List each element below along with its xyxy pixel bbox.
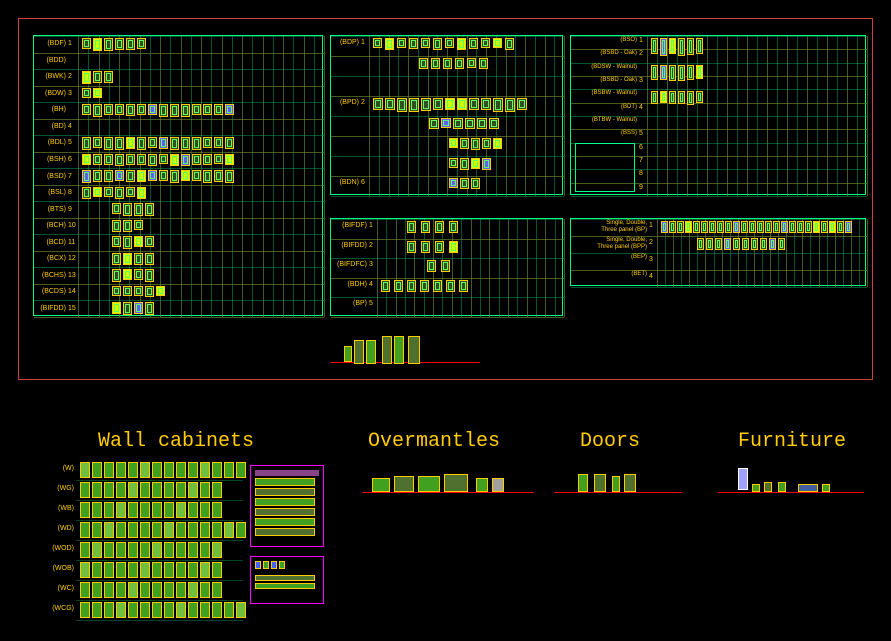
panel-a-row-label: (BIFDD) <box>34 305 66 312</box>
panel-b: (BDP)1(BPD)2(BDN)6 <box>330 35 563 195</box>
panel-a-row-label: (BDD) <box>34 57 66 64</box>
panel-a-row-label: (BCHS) <box>34 272 66 279</box>
doors-group <box>558 470 678 500</box>
panel-a-row-label: (BTS) <box>34 206 66 213</box>
title-furniture: Furniture <box>738 430 846 453</box>
magenta-box-1 <box>250 465 324 547</box>
title-doors: Doors <box>580 430 640 453</box>
panel-a-row-label: (BD) <box>34 123 66 130</box>
panel-a-row-label: (BCH) <box>34 222 66 229</box>
panel-a-row-label: (BH) <box>34 106 66 113</box>
panel-a-row-label: (BDF) <box>34 40 66 47</box>
panel-a-row-label: (BSH) <box>34 156 66 163</box>
panel-a-row-label: (BDW) <box>34 90 66 97</box>
panel-c: (BIFDF)1(BIFDD)2(BIFDFC)3(BDH)4(BP)5 <box>330 218 563 316</box>
wall-row-label: (WG) <box>48 485 74 492</box>
panel-a-row-label: (BCX) <box>34 255 66 262</box>
panel-a-row-label: (BDL) <box>34 139 66 146</box>
wall-row-label: (W) <box>48 465 74 472</box>
panel-a-row-label: (BCDS) <box>34 288 66 295</box>
overmantles-group <box>368 470 528 500</box>
panel-a-row-label: (BCD) <box>34 239 66 246</box>
title-overmantles: Overmantles <box>368 430 500 453</box>
wall-row-label: (WC) <box>48 585 74 592</box>
wall-row-label: (WOB) <box>48 565 74 572</box>
title-wall: Wall cabinets <box>98 430 254 453</box>
wall-row-label: (WB) <box>48 505 74 512</box>
magenta-box-2 <box>250 556 324 604</box>
panel-e: Single, Double,Three panel (BP)1Single, … <box>570 218 866 286</box>
panel-a-row-label: (BSL) <box>34 189 66 196</box>
panel-d: (BSO)1(BSBD - Oak)2(BDSW - Walnut)(BSBD … <box>570 35 866 195</box>
panel-a: (BDF)1(BDD)(BWK)2(BDW)3(BH)(BD)4(BDL)5(B… <box>33 35 323 316</box>
wall-row-label: (WOD) <box>48 545 74 552</box>
panel-a-row-label: (BSD) <box>34 173 66 180</box>
wall-row-label: (WCG) <box>48 605 74 612</box>
furniture-group <box>722 462 862 500</box>
wall-row-label: (WD) <box>48 525 74 532</box>
panel-a-row-label: (BWK) <box>34 73 66 80</box>
center-detail <box>330 332 480 372</box>
